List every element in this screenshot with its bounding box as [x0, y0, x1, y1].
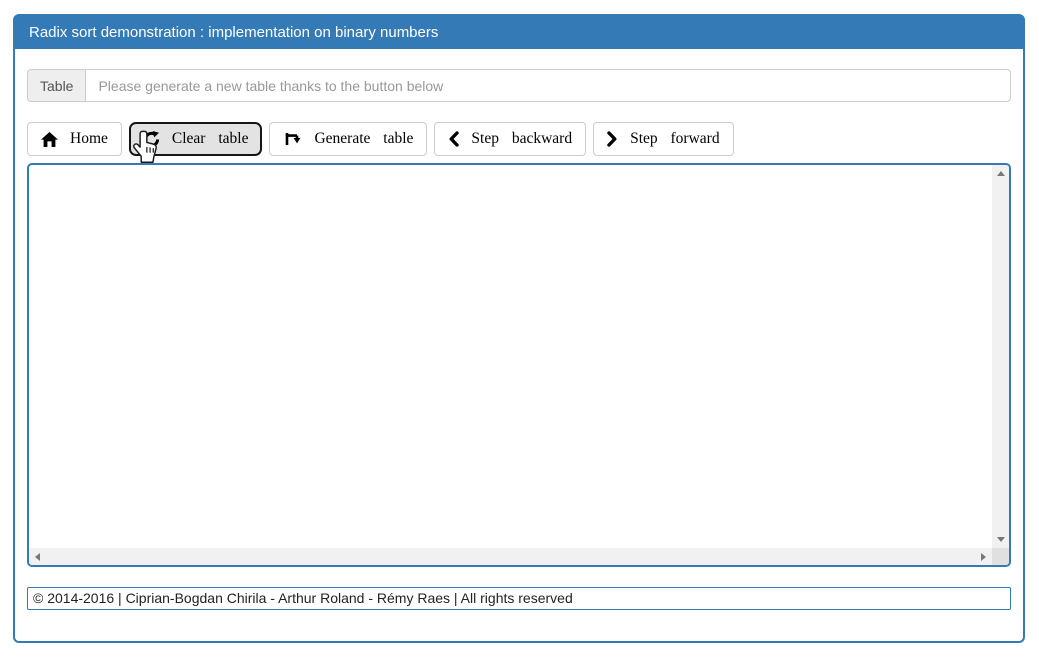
refresh-icon — [143, 131, 160, 148]
clear-table-button-label: Clear table — [172, 130, 249, 148]
scrollbar-corner — [992, 548, 1009, 565]
generate-table-button-label: Generate table — [314, 130, 413, 148]
toolbar: Home Clear table — [27, 122, 1011, 156]
scroll-up-button[interactable] — [992, 165, 1009, 182]
table-input-group: Table — [27, 69, 1011, 102]
main-panel: Radix sort demonstration : implementatio… — [13, 14, 1025, 643]
scroll-right-button[interactable] — [975, 548, 992, 565]
step-backward-button[interactable]: Step backward — [434, 122, 586, 156]
scroll-right-icon — [981, 553, 986, 561]
panel-body: Table Home Clear table — [15, 49, 1023, 610]
chevron-right-icon — [607, 131, 618, 147]
home-icon — [41, 132, 58, 147]
step-backward-button-label: Step backward — [471, 130, 572, 148]
scroll-down-icon — [997, 537, 1005, 542]
vertical-scrollbar[interactable] — [992, 165, 1009, 548]
horizontal-scrollbar[interactable] — [29, 548, 992, 565]
scroll-left-button[interactable] — [29, 548, 46, 565]
generate-table-button[interactable]: Generate table — [269, 122, 427, 156]
home-button[interactable]: Home — [27, 122, 122, 156]
scroll-down-button[interactable] — [992, 531, 1009, 548]
scroll-left-icon — [35, 553, 40, 561]
visualization-area — [27, 163, 1011, 567]
home-button-label: Home — [70, 130, 108, 148]
scroll-up-icon — [997, 171, 1005, 176]
retweet-icon — [283, 132, 302, 147]
chevron-left-icon — [448, 131, 459, 147]
page-title: Radix sort demonstration : implementatio… — [15, 16, 1023, 49]
table-input-label: Table — [27, 69, 85, 102]
step-forward-button-label: Step forward — [630, 130, 720, 148]
copyright-footer: © 2014-2016 | Ciprian-Bogdan Chirila - A… — [27, 587, 1011, 610]
clear-table-button[interactable]: Clear table — [129, 122, 263, 156]
step-forward-button[interactable]: Step forward — [593, 122, 734, 156]
table-input[interactable] — [85, 69, 1011, 102]
